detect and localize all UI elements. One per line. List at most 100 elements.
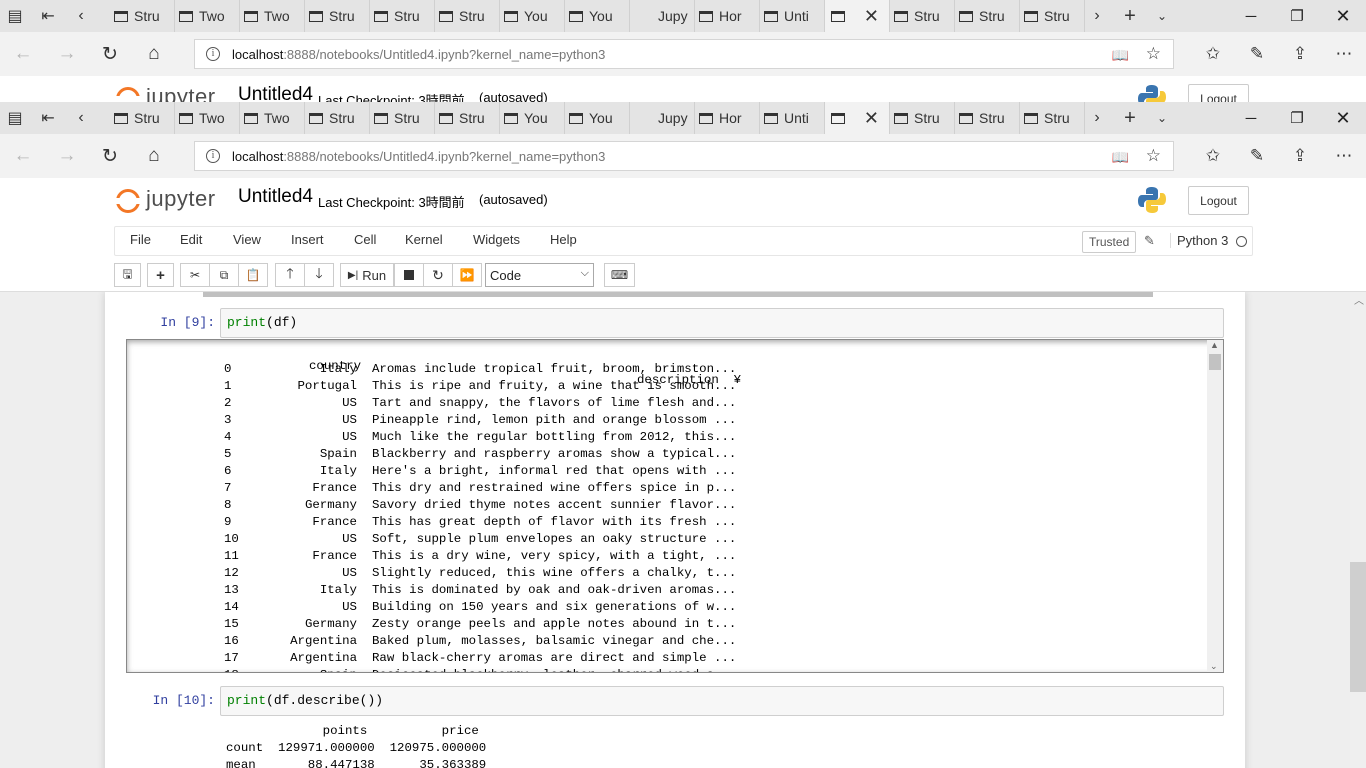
run-button[interactable]: ▶| Run (340, 263, 394, 287)
minimize-icon[interactable]: ─ (1228, 0, 1274, 32)
reading-view-icon[interactable]: 📖 (1112, 149, 1129, 166)
code-input-cell[interactable]: print(df) (220, 308, 1224, 338)
tab[interactable]: Two (175, 102, 240, 134)
tab[interactable]: You (500, 0, 565, 32)
favorite-star-icon[interactable]: ☆ (1146, 44, 1161, 64)
page-scrollbar-thumb[interactable] (1350, 562, 1366, 692)
tab[interactable]: Stru (1020, 102, 1085, 134)
more-icon[interactable]: ⋯ (1327, 141, 1361, 171)
scroll-tabs-left-icon[interactable]: ‹ (70, 0, 92, 32)
tab[interactable]: Two (240, 102, 305, 134)
tab-preview-chevron-icon[interactable]: ⌄ (1150, 102, 1174, 134)
tab[interactable]: Two (240, 0, 305, 32)
menu-kernel[interactable]: Kernel (405, 232, 443, 247)
tab[interactable]: Hor (695, 102, 760, 134)
tab-active[interactable]: ✕ (825, 0, 890, 32)
set-aside-tabs-icon[interactable]: ⇤ (36, 0, 60, 32)
tab-active[interactable]: ✕ (825, 102, 890, 134)
tab-preview-chevron-icon[interactable]: ⌄ (1150, 0, 1174, 32)
tab-actions-icon[interactable]: ▤ (4, 0, 26, 32)
jupyter-logo[interactable]: jupyter (115, 82, 226, 102)
close-window-icon[interactable]: ✕ (1320, 0, 1366, 32)
new-tab-icon[interactable]: + (1118, 0, 1142, 32)
scroll-tabs-left-icon[interactable]: ‹ (70, 102, 92, 134)
scroll-down-arrow-icon[interactable]: ⌄ (1210, 661, 1218, 672)
tab[interactable]: Jupy (630, 102, 695, 134)
favorites-icon[interactable]: ✩ (1196, 39, 1230, 69)
tab[interactable]: Unti (760, 102, 825, 134)
forward-icon[interactable]: → (52, 141, 82, 171)
favorite-star-icon[interactable]: ☆ (1146, 146, 1161, 166)
copy-button[interactable]: ⧉ (209, 263, 239, 287)
home-icon[interactable]: ⌂ (139, 39, 169, 69)
site-info-icon[interactable]: i (206, 47, 220, 61)
jupyter-logo[interactable]: jupyter (115, 184, 226, 218)
refresh-icon[interactable]: ↻ (95, 141, 125, 171)
code-input-cell[interactable]: print(df.describe()) (220, 686, 1224, 716)
notes-pen-icon[interactable]: ✎ (1240, 141, 1274, 171)
share-icon[interactable]: ⇪ (1283, 141, 1317, 171)
tab[interactable]: You (565, 102, 630, 134)
restart-run-all-button[interactable]: ⏩ (452, 263, 482, 287)
tab[interactable]: Stru (890, 0, 955, 32)
menu-insert[interactable]: Insert (291, 232, 324, 247)
notebook-name[interactable]: Untitled4 (238, 84, 313, 102)
close-tab-icon[interactable]: ✕ (864, 6, 879, 27)
tab[interactable]: Stru (435, 0, 500, 32)
cell-type-select[interactable]: Code ⌵ (485, 263, 594, 287)
paste-button[interactable]: 📋 (238, 263, 268, 287)
favorites-icon[interactable]: ✩ (1196, 141, 1230, 171)
tab-actions-icon[interactable]: ▤ (4, 102, 26, 134)
notes-pen-icon[interactable]: ✎ (1240, 39, 1274, 69)
page-scrollbar[interactable]: ︿ (1350, 292, 1366, 768)
tab[interactable]: Stru (370, 102, 435, 134)
menu-widgets[interactable]: Widgets (473, 232, 520, 247)
tab[interactable]: You (565, 0, 630, 32)
notebook-name[interactable]: Untitled4 (238, 186, 313, 208)
scroll-tabs-right-icon[interactable]: › (1086, 102, 1108, 134)
tab[interactable]: Unti (760, 0, 825, 32)
move-down-button[interactable]: 🡓 (304, 263, 334, 287)
tab[interactable]: Stru (370, 0, 435, 32)
back-icon[interactable]: ← (8, 39, 38, 69)
save-button[interactable]: 🖫 (114, 263, 141, 287)
tab[interactable]: Jupy (630, 0, 695, 32)
menu-cell[interactable]: Cell (354, 232, 376, 247)
tab[interactable]: Stru (890, 102, 955, 134)
tab[interactable]: Stru (955, 102, 1020, 134)
logout-button[interactable]: Logout (1188, 84, 1249, 102)
tab[interactable]: Stru (110, 102, 175, 134)
tab[interactable]: Hor (695, 0, 760, 32)
trusted-indicator[interactable]: Trusted (1082, 231, 1137, 253)
scroll-tabs-right-icon[interactable]: › (1086, 0, 1108, 32)
scrollbar-thumb[interactable] (1209, 354, 1221, 370)
menu-view[interactable]: View (233, 232, 261, 247)
url-field[interactable]: i localhost:8888/notebooks/Untitled4.ipy… (194, 141, 1174, 171)
move-up-button[interactable]: 🡑 (275, 263, 305, 287)
scroll-up-arrow-icon[interactable]: ︿ (1354, 292, 1364, 307)
restore-icon[interactable]: ❐ (1274, 0, 1320, 32)
tab[interactable]: Stru (1020, 0, 1085, 32)
tab[interactable]: You (500, 102, 565, 134)
reading-view-icon[interactable]: 📖 (1112, 47, 1129, 64)
menu-file[interactable]: File (130, 232, 151, 247)
share-icon[interactable]: ⇪ (1283, 39, 1317, 69)
output-scrollbar[interactable]: ▲ ⌄ (1207, 340, 1223, 672)
logout-button[interactable]: Logout (1188, 186, 1249, 215)
tab[interactable]: Stru (435, 102, 500, 134)
tab[interactable]: Stru (305, 0, 370, 32)
insert-cell-button[interactable]: + (147, 263, 174, 287)
site-info-icon[interactable]: i (206, 149, 220, 163)
more-icon[interactable]: ⋯ (1327, 39, 1361, 69)
minimize-icon[interactable]: ─ (1228, 102, 1274, 134)
interrupt-button[interactable] (394, 263, 424, 287)
cut-button[interactable]: ✂ (180, 263, 210, 287)
output-scroll-area[interactable]: country description ¥ 0 Italy Aromas inclu… (126, 339, 1224, 673)
menu-edit[interactable]: Edit (180, 232, 202, 247)
refresh-icon[interactable]: ↻ (95, 39, 125, 69)
restart-button[interactable]: ↻ (423, 263, 453, 287)
home-icon[interactable]: ⌂ (139, 141, 169, 171)
restore-icon[interactable]: ❐ (1274, 102, 1320, 134)
set-aside-tabs-icon[interactable]: ⇤ (36, 102, 60, 134)
back-icon[interactable]: ← (8, 141, 38, 171)
